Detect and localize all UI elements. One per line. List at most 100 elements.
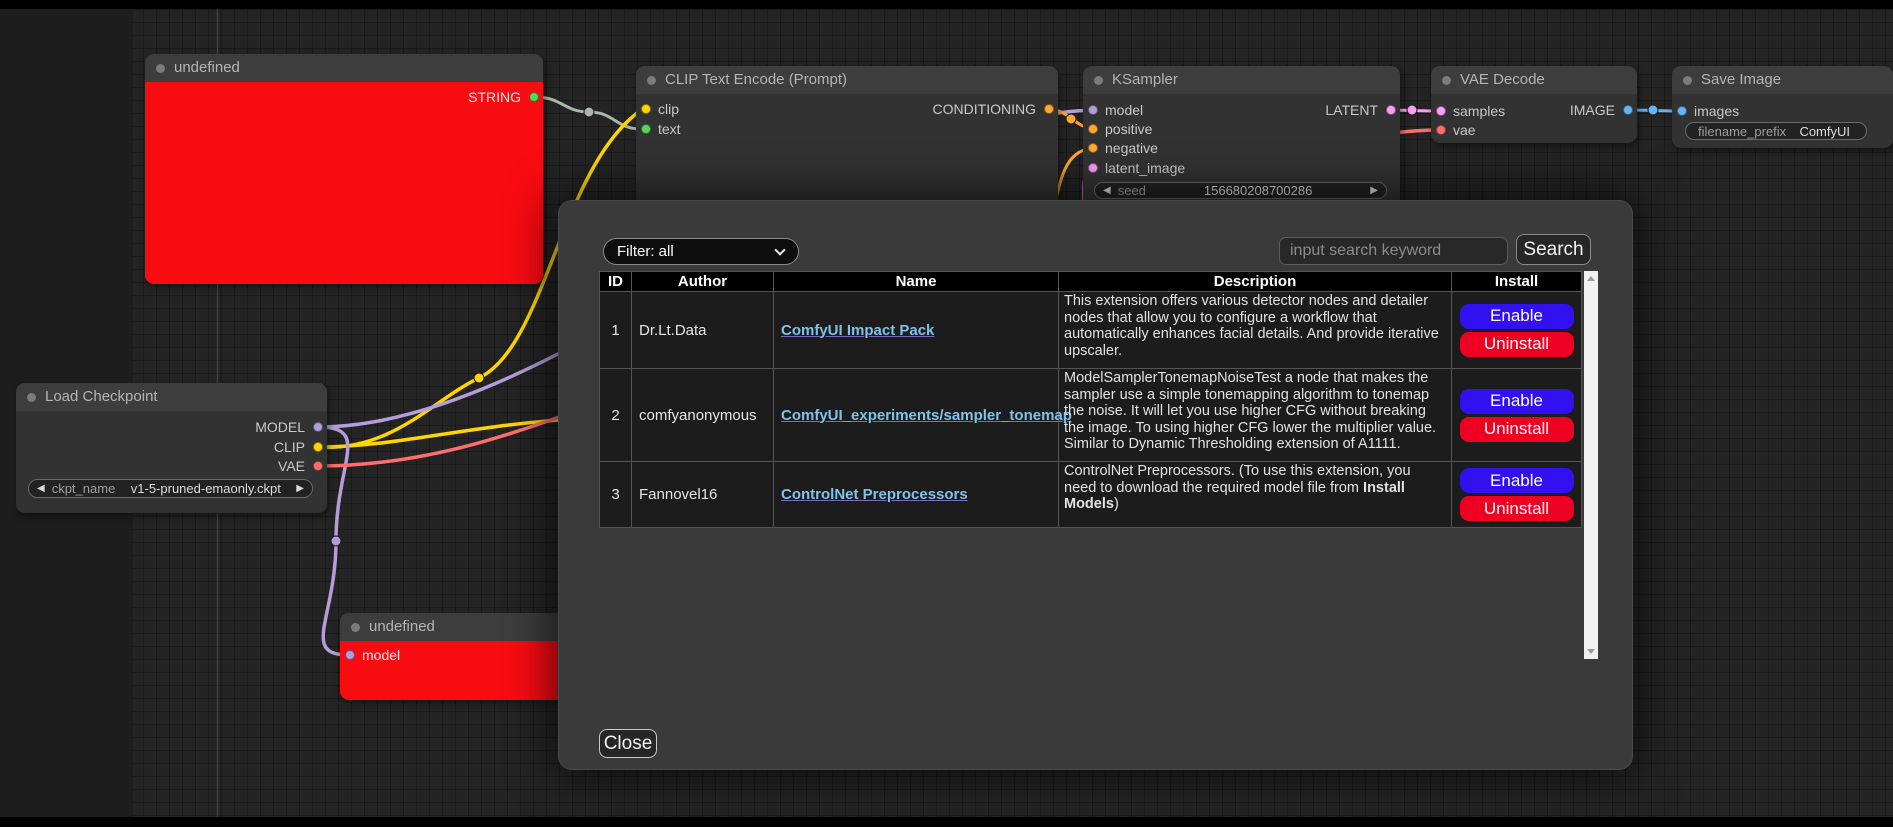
table-header-row: ID Author Name Description Install	[600, 272, 1582, 292]
cell-install: Enable Uninstall	[1452, 292, 1582, 369]
input-dot-clip[interactable]	[641, 104, 651, 114]
input-dot-latent-image[interactable]	[1088, 163, 1098, 173]
cell-id: 3	[600, 462, 632, 528]
table-row: 2 comfyanonymous ComfyUI_experiments/sam…	[600, 369, 1582, 462]
output-dot-clip[interactable]	[313, 442, 323, 452]
input-slot-negative: negative	[1083, 139, 1213, 157]
input-slot-vae: vae	[1431, 121, 1541, 139]
header-author: Author	[632, 272, 774, 292]
node-title: Save Image	[1701, 71, 1781, 88]
node-vae-decode[interactable]: VAE Decode samples vae IMAGE	[1431, 66, 1637, 143]
extension-link[interactable]: ComfyUI_experiments/sampler_tonemap	[781, 407, 1072, 424]
output-dot-string[interactable]	[529, 92, 539, 102]
enable-button[interactable]: Enable	[1460, 389, 1574, 414]
collapse-dot-icon[interactable]	[27, 393, 36, 402]
node-save-image[interactable]: Save Image images filename_prefix ComfyU…	[1672, 66, 1893, 148]
widget-value: 156680208700286	[1146, 183, 1370, 198]
widget-name: seed	[1118, 183, 1146, 198]
input-slot-clip: clip	[636, 100, 756, 118]
next-arrow-icon[interactable]: ▶	[296, 483, 304, 494]
collapse-dot-icon[interactable]	[1442, 76, 1451, 85]
node-title-bar: VAE Decode	[1431, 66, 1637, 94]
output-slot-vae: VAE	[217, 457, 327, 475]
previous-arrow-icon[interactable]: ◀	[37, 483, 45, 494]
cell-description: ControlNet Preprocessors. (To use this e…	[1059, 462, 1452, 528]
node-title: CLIP Text Encode (Prompt)	[665, 71, 847, 88]
collapse-dot-icon[interactable]	[647, 76, 656, 85]
node-title-bar: Save Image	[1672, 66, 1893, 94]
increment-arrow-icon[interactable]: ▶	[1370, 185, 1378, 196]
widget-name: ckpt_name	[52, 481, 116, 496]
enable-button[interactable]: Enable	[1460, 468, 1574, 493]
close-button[interactable]: Close	[599, 729, 657, 758]
header-name: Name	[774, 272, 1059, 292]
extension-table: ID Author Name Description Install 1 Dr.…	[599, 271, 1582, 528]
node-load-checkpoint[interactable]: Load Checkpoint MODEL CLIP VAE ◀ ckpt_na…	[16, 383, 327, 513]
header-id: ID	[600, 272, 632, 292]
collapse-dot-icon[interactable]	[351, 623, 360, 632]
collapse-dot-icon[interactable]	[156, 64, 165, 73]
search-button[interactable]: Search	[1516, 234, 1591, 265]
node-ksampler[interactable]: KSampler model positive negative latent_…	[1083, 66, 1400, 212]
uninstall-button[interactable]: Uninstall	[1460, 332, 1574, 357]
output-dot-model[interactable]	[313, 422, 323, 432]
node-title-bar: KSampler	[1083, 66, 1400, 94]
input-dot-samples[interactable]	[1436, 106, 1446, 116]
input-slot-text: text	[636, 120, 756, 138]
header-install: Install	[1452, 272, 1582, 292]
chevron-down-icon	[774, 244, 785, 255]
output-slot-model: MODEL	[217, 418, 327, 436]
node-title: VAE Decode	[1460, 71, 1545, 88]
uninstall-button[interactable]: Uninstall	[1460, 417, 1574, 442]
output-dot-latent[interactable]	[1386, 105, 1396, 115]
input-dot-images[interactable]	[1677, 106, 1687, 116]
input-slot-latent-image: latent_image	[1083, 159, 1213, 177]
input-dot-model[interactable]	[345, 650, 355, 660]
cell-description: This extension offers various detector n…	[1059, 292, 1452, 369]
bottom-black-bar	[0, 817, 1893, 827]
search-input[interactable]	[1279, 237, 1508, 265]
widget-value: ComfyUI	[1786, 124, 1850, 139]
cell-name: ControlNet Preprocessors	[774, 462, 1059, 528]
input-dot-vae[interactable]	[1436, 125, 1446, 135]
output-dot-image[interactable]	[1623, 105, 1633, 115]
input-slot-model: model	[1083, 101, 1213, 119]
uninstall-button[interactable]: Uninstall	[1460, 496, 1574, 521]
cell-id: 2	[600, 369, 632, 462]
filename-prefix-widget[interactable]: filename_prefix ComfyUI	[1685, 122, 1867, 140]
output-slot-STRING: STRING	[423, 88, 543, 106]
comfyui-app: undefined STRING CLIP Text Encode (Promp…	[0, 0, 1893, 827]
table-scrollbar[interactable]	[1584, 271, 1598, 659]
output-slot-clip: CLIP	[217, 438, 327, 456]
cell-author: Dr.Lt.Data	[632, 292, 774, 369]
filter-select[interactable]: Filter: all	[603, 238, 799, 265]
cell-name: ComfyUI_experiments/sampler_tonemap	[774, 369, 1059, 462]
input-dot-positive[interactable]	[1088, 124, 1098, 134]
node-body	[145, 82, 543, 284]
filter-select-value: Filter: all	[617, 243, 674, 260]
node-clip-text-encode[interactable]: CLIP Text Encode (Prompt) clip text COND…	[636, 66, 1058, 210]
output-dot-conditioning[interactable]	[1044, 104, 1054, 114]
widget-value: v1-5-pruned-emaonly.ckpt	[115, 481, 296, 496]
extension-link[interactable]: ComfyUI Impact Pack	[781, 322, 934, 339]
input-dot-text[interactable]	[641, 124, 651, 134]
scroll-up-arrow-icon[interactable]	[1587, 276, 1595, 281]
seed-widget[interactable]: ◀ seed 156680208700286 ▶	[1094, 182, 1387, 199]
cell-author: comfyanonymous	[632, 369, 774, 462]
collapse-dot-icon[interactable]	[1094, 76, 1103, 85]
enable-button[interactable]: Enable	[1460, 304, 1574, 329]
scroll-down-arrow-icon[interactable]	[1587, 649, 1595, 654]
node-undefined-top[interactable]: undefined STRING	[145, 54, 543, 284]
output-slot-latent: LATENT	[1290, 101, 1400, 119]
output-slot-conditioning: CONDITIONING	[888, 100, 1058, 118]
decrement-arrow-icon[interactable]: ◀	[1103, 185, 1111, 196]
extension-link[interactable]: ControlNet Preprocessors	[781, 486, 968, 503]
output-dot-vae[interactable]	[313, 461, 323, 471]
input-dot-negative[interactable]	[1088, 143, 1098, 153]
input-dot-model[interactable]	[1088, 105, 1098, 115]
ckpt-name-widget[interactable]: ◀ ckpt_name v1-5-pruned-emaonly.ckpt ▶	[28, 479, 313, 498]
collapse-dot-icon[interactable]	[1683, 76, 1692, 85]
cell-install: Enable Uninstall	[1452, 462, 1582, 528]
node-title: undefined	[369, 618, 435, 635]
table-row: 3 Fannovel16 ControlNet Preprocessors Co…	[600, 462, 1582, 528]
